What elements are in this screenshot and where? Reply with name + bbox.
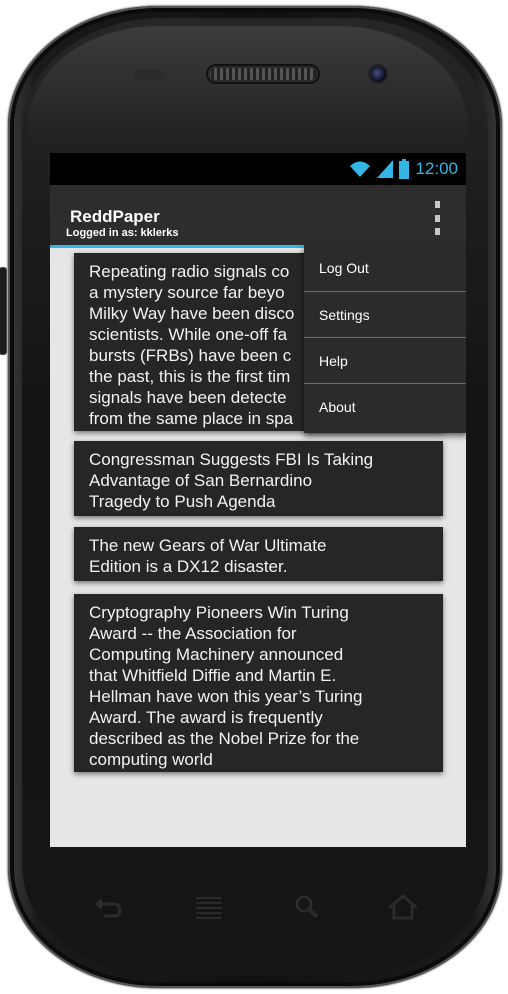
menu-item-settings[interactable]: Settings bbox=[304, 291, 466, 337]
menu-item-log-out[interactable]: Log Out bbox=[304, 245, 466, 291]
wifi-icon bbox=[350, 161, 371, 177]
proximity-sensor bbox=[134, 70, 164, 80]
device-screen: 12:00 ReddPaper Logged in as: kklerks Re… bbox=[50, 153, 466, 847]
post-card[interactable]: Cryptography Pioneers Win Turing Award -… bbox=[74, 594, 443, 772]
status-clock: 12:00 bbox=[415, 159, 458, 178]
menu-item-about[interactable]: About bbox=[304, 383, 466, 429]
battery-icon bbox=[399, 159, 410, 179]
post-text: Congressman Suggests FBI Is Taking Advan… bbox=[89, 450, 374, 511]
home-icon[interactable] bbox=[386, 890, 420, 924]
post-text: The new Gears of War Ultimate Edition is… bbox=[89, 536, 327, 576]
search-icon[interactable] bbox=[290, 890, 324, 924]
front-camera bbox=[370, 66, 386, 82]
post-card[interactable]: The new Gears of War Ultimate Edition is… bbox=[74, 527, 443, 581]
menu-item-label: Log Out bbox=[319, 260, 369, 276]
overflow-menu: Log Out Settings Help About bbox=[304, 245, 466, 433]
back-icon[interactable] bbox=[90, 890, 124, 924]
menu-item-help[interactable]: Help bbox=[304, 337, 466, 383]
menu-icon[interactable] bbox=[192, 890, 226, 924]
logged-in-label: Logged in as: kklerks bbox=[66, 227, 179, 239]
menu-item-label: Settings bbox=[319, 306, 370, 323]
bezel-glare bbox=[28, 26, 468, 146]
menu-item-label: Help bbox=[319, 352, 348, 369]
signal-icon bbox=[377, 160, 394, 178]
app-title: ReddPaper bbox=[70, 207, 160, 226]
status-icons: 12:00 bbox=[349, 159, 458, 179]
more-vertical-icon[interactable] bbox=[430, 201, 444, 235]
menu-item-label: About bbox=[319, 398, 356, 415]
post-text: Cryptography Pioneers Win Turing Award -… bbox=[89, 603, 363, 769]
volume-button[interactable] bbox=[0, 268, 6, 354]
earpiece-speaker bbox=[208, 66, 318, 82]
post-card[interactable]: Congressman Suggests FBI Is Taking Advan… bbox=[74, 441, 443, 516]
hardware-nav-bar bbox=[50, 860, 466, 950]
action-bar: ReddPaper Logged in as: kklerks bbox=[50, 185, 466, 245]
status-bar: 12:00 bbox=[50, 153, 466, 185]
